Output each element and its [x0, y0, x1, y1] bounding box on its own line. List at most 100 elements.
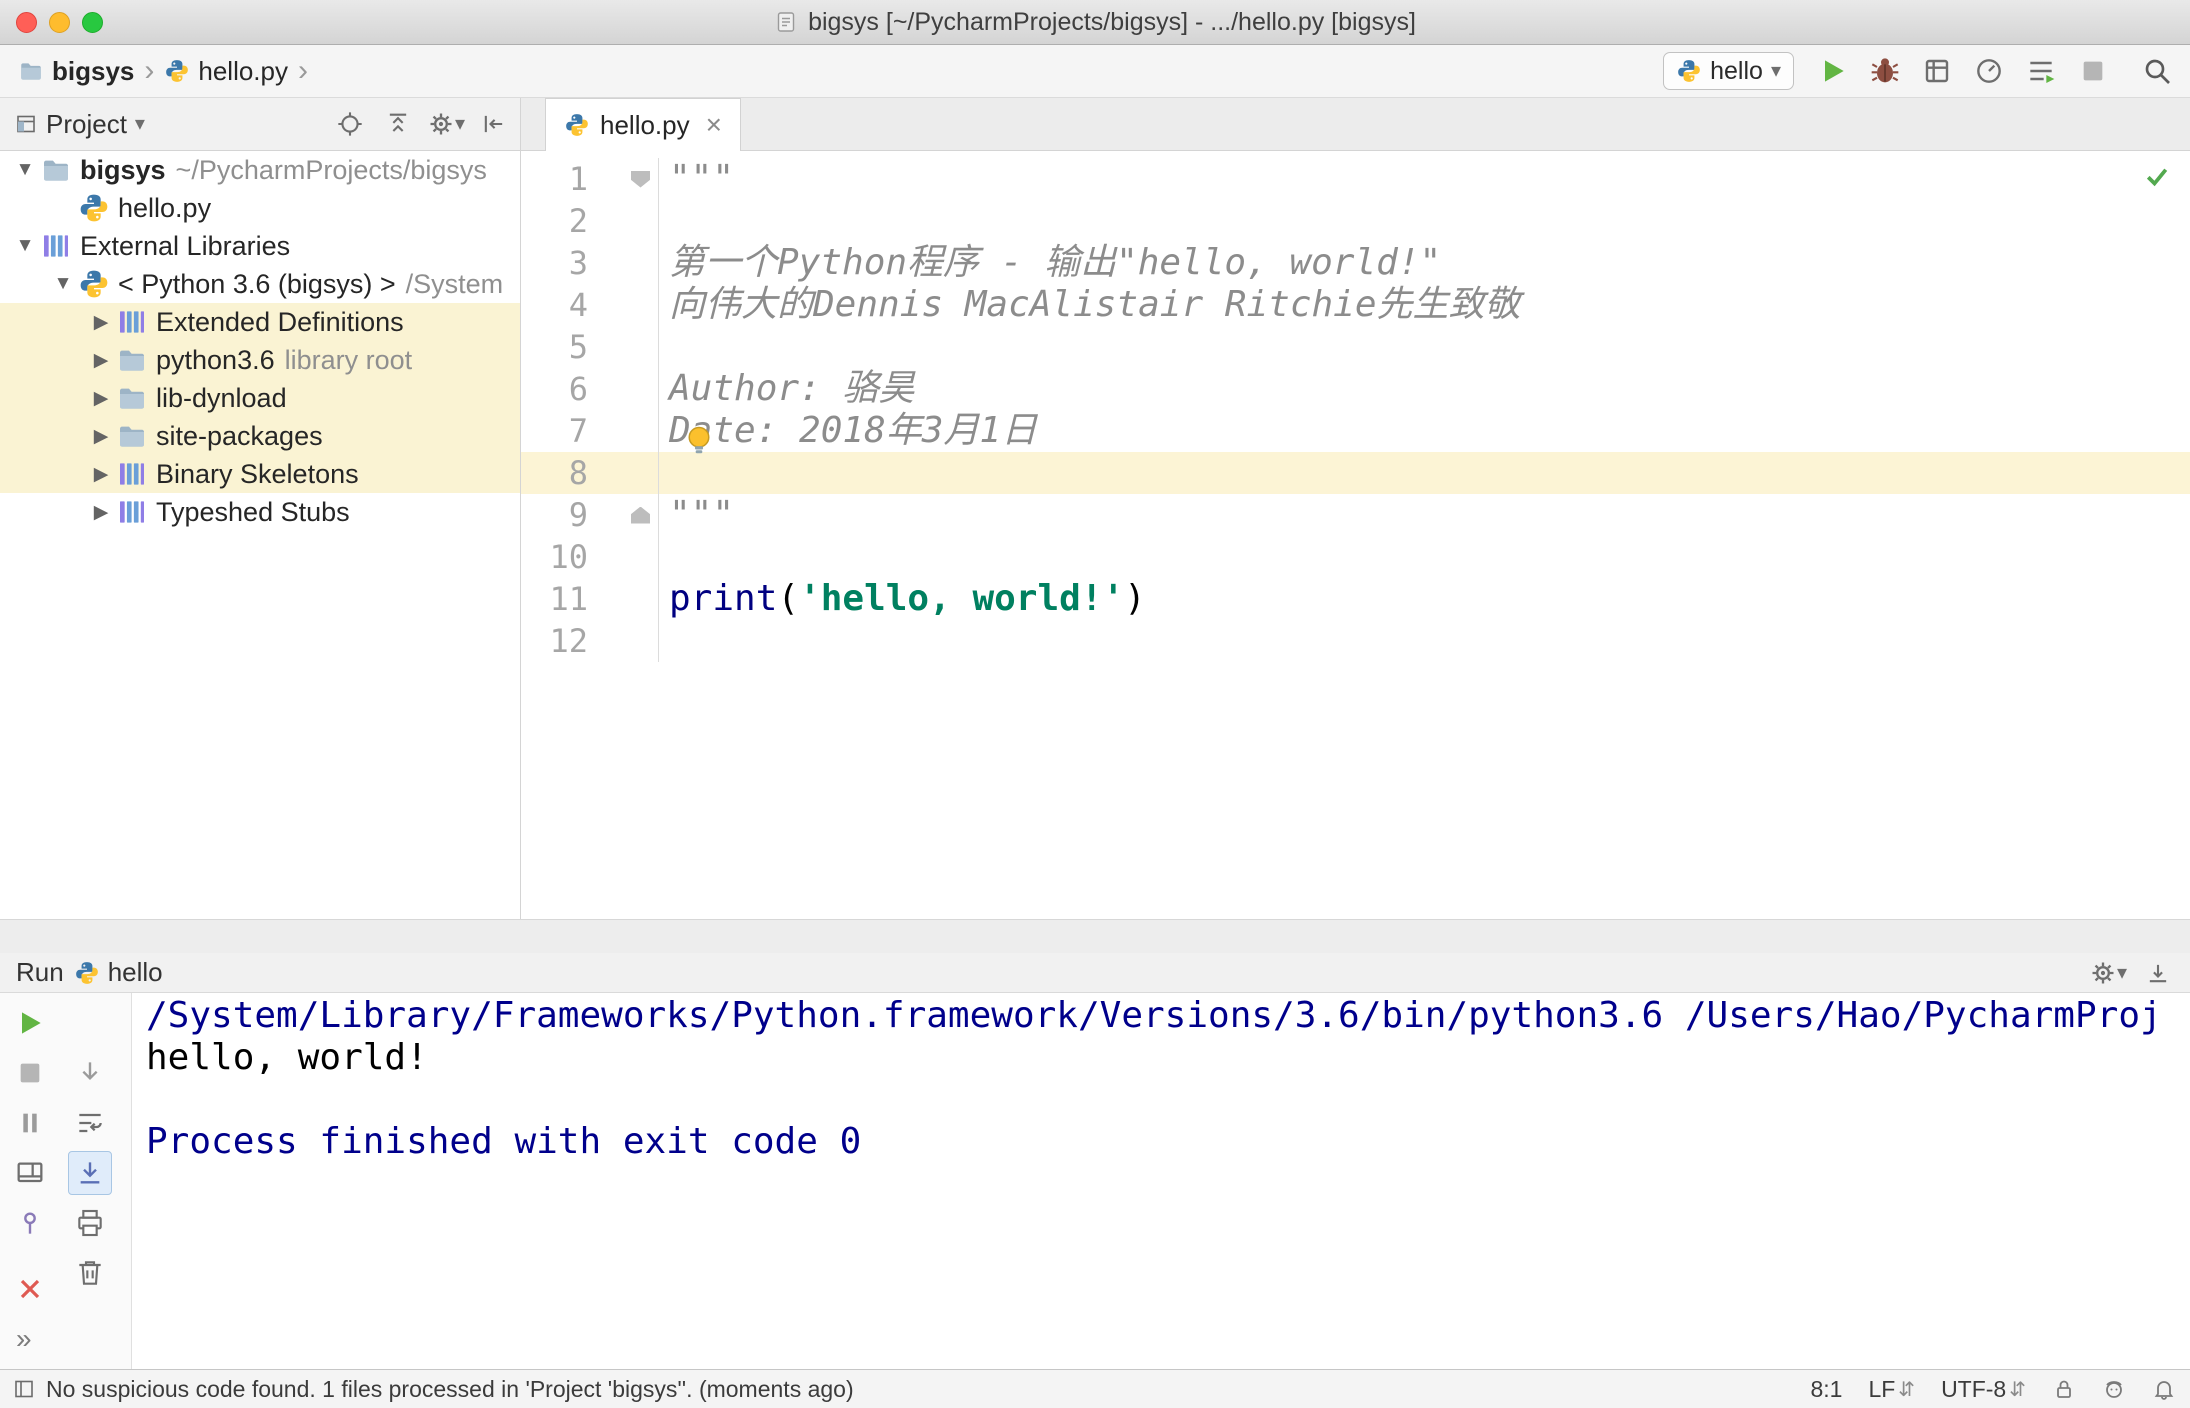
- fold-marker-icon[interactable]: [596, 506, 658, 524]
- chevron-down-icon: ▾: [1770, 60, 1781, 82]
- more-options-button[interactable]: »: [16, 1323, 32, 1355]
- run-config-selector[interactable]: hello ▾: [1663, 52, 1794, 90]
- tree-item-python3-6[interactable]: ▶ python3.6 library root: [0, 341, 520, 379]
- restore-layout-button[interactable]: [8, 1151, 52, 1195]
- inspection-ok-icon[interactable]: [2142, 161, 2172, 191]
- pin-tab-button[interactable]: [8, 1201, 52, 1245]
- line-separator-widget[interactable]: LF ⇵: [1868, 1376, 1915, 1403]
- stop-process-button[interactable]: [8, 1051, 52, 1095]
- status-widgets: 8:1 LF ⇵ UTF-8 ⇵: [1810, 1376, 2176, 1403]
- editor-line-3[interactable]: 3 第一个Python程序 - 输出"hello, world!": [521, 242, 2190, 284]
- editor-line-1[interactable]: 1 """: [521, 158, 2190, 200]
- editor-line-2[interactable]: 2: [521, 200, 2190, 242]
- tree-item-bigsys[interactable]: ▼ bigsys ~/PycharmProjects/bigsys: [0, 151, 520, 189]
- close-window-button[interactable]: [16, 12, 37, 33]
- chevron-collapsed-icon[interactable]: ▶: [86, 349, 116, 372]
- stop-icon: [2077, 55, 2109, 87]
- soft-wrap-button[interactable]: [68, 1101, 112, 1145]
- code-text: """: [658, 158, 2190, 200]
- debug-button[interactable]: [1862, 49, 1908, 93]
- chevron-collapsed-icon[interactable]: ▶: [86, 387, 116, 410]
- select-opened-file-button[interactable]: [330, 104, 370, 144]
- line-number: 3: [568, 244, 588, 282]
- scroll-down-button[interactable]: [68, 1051, 112, 1095]
- chevron-collapsed-icon[interactable]: ▶: [86, 463, 116, 486]
- tree-item-lib-dynload[interactable]: ▶ lib-dynload: [0, 379, 520, 417]
- project-toolwindow[interactable]: ▼ bigsys ~/PycharmProjects/bigsys hello.py ▼…: [0, 151, 521, 919]
- editor-line-11[interactable]: 11 print('hello, world!'): [521, 578, 2190, 620]
- editor-line-4[interactable]: 4 向伟大的Dennis MacAlistair Ritchie先生致敬: [521, 284, 2190, 326]
- clear-console-button[interactable]: [68, 1251, 112, 1295]
- breadcrumb-item-bigsys[interactable]: bigsys: [18, 56, 134, 87]
- scroll-to-end-button[interactable]: [68, 1151, 112, 1195]
- tab-hello-py[interactable]: hello.py ×: [545, 98, 741, 151]
- tree-item-extended-definitions[interactable]: ▶ Extended Definitions: [0, 303, 520, 341]
- editor-line-5[interactable]: 5: [521, 326, 2190, 368]
- library-icon: [116, 306, 148, 338]
- toolwindow-toggle-icon[interactable]: [12, 1377, 36, 1401]
- chevron-down-icon[interactable]: ▾: [135, 114, 145, 134]
- fold-marker-icon[interactable]: [596, 170, 658, 188]
- chevron-expanded-icon[interactable]: ▼: [48, 273, 78, 295]
- tree-item-typeshed-stubs[interactable]: ▶ Typeshed Stubs: [0, 493, 520, 531]
- editor-line-12[interactable]: 12: [521, 620, 2190, 662]
- rerun-button[interactable]: [8, 1001, 52, 1045]
- print-console-button[interactable]: [68, 1201, 112, 1245]
- editor-line-9[interactable]: 9 """: [521, 494, 2190, 536]
- chevron-expanded-icon[interactable]: ▼: [10, 159, 40, 181]
- lock-icon[interactable]: [2052, 1377, 2076, 1401]
- editor[interactable]: 1 """ 2 3 第一个Python程序 - 输出"hello, world!" 4 向伟…: [521, 151, 2190, 919]
- project-tree: ▼ bigsys ~/PycharmProjects/bigsys hello.py ▼…: [0, 151, 520, 531]
- editor-horizontal-scrollbar[interactable]: [0, 919, 2190, 953]
- chevron-collapsed-icon[interactable]: ▶: [86, 501, 116, 524]
- encoding-widget[interactable]: UTF-8 ⇵: [1941, 1376, 2026, 1403]
- minimize-window-button[interactable]: [49, 12, 70, 33]
- pause-output-button[interactable]: [8, 1101, 52, 1145]
- editor-line-7[interactable]: 7 Date: 2018年3月1日: [521, 410, 2190, 452]
- tree-item-hello-py[interactable]: hello.py: [0, 189, 520, 227]
- line-number: 4: [568, 286, 588, 324]
- tree-item-site-packages[interactable]: ▶ site-packages: [0, 417, 520, 455]
- hide-panel-button[interactable]: [474, 104, 514, 144]
- project-header-title[interactable]: Project: [46, 109, 127, 140]
- code-text: [658, 536, 2190, 578]
- profiler-button[interactable]: [1966, 49, 2012, 93]
- library-icon: [116, 496, 148, 528]
- hide-run-panel-button[interactable]: [2138, 953, 2178, 993]
- breadcrumb-item-hello-py[interactable]: hello.py: [164, 56, 288, 87]
- zoom-window-button[interactable]: [82, 12, 103, 33]
- search-everywhere-button[interactable]: [2134, 49, 2180, 93]
- settings-button[interactable]: ▾: [426, 104, 466, 144]
- caret-position-widget[interactable]: 8:1: [1810, 1376, 1842, 1403]
- tree-item-binary-skeletons[interactable]: ▶ Binary Skeletons: [0, 455, 520, 493]
- concurrency-diagram-button[interactable]: [2018, 49, 2064, 93]
- editor-line-8[interactable]: 8: [521, 452, 2190, 494]
- run-toolwindow-title[interactable]: Run: [16, 957, 64, 988]
- console-output[interactable]: /System/Library/Frameworks/Python.framew…: [132, 993, 2190, 1369]
- tree-item-suffix: /System: [405, 268, 504, 299]
- run-tab-label[interactable]: hello: [108, 957, 163, 988]
- editor-line-6[interactable]: 6 Author: 骆昊: [521, 368, 2190, 410]
- status-message[interactable]: No suspicious code found. 1 files proces…: [46, 1376, 854, 1403]
- tree-item-external-libraries[interactable]: ▼ External Libraries: [0, 227, 520, 265]
- code-text: Author: 骆昊: [658, 368, 2190, 410]
- folder-icon: [116, 344, 148, 376]
- chevron-collapsed-icon[interactable]: ▶: [86, 311, 116, 334]
- python-icon: [564, 112, 590, 138]
- editor-line-10[interactable]: 10: [521, 536, 2190, 578]
- code-text: [658, 452, 2190, 494]
- pin-icon: [14, 1207, 46, 1239]
- chevron-collapsed-icon[interactable]: ▶: [86, 425, 116, 448]
- tree-item-python-3-6-bigsys[interactable]: ▼ < Python 3.6 (bigsys) > /System: [0, 265, 520, 303]
- run-with-coverage-button[interactable]: [1914, 49, 1960, 93]
- stop-button[interactable]: [2070, 49, 2116, 93]
- highlighting-level-icon[interactable]: [2102, 1377, 2126, 1401]
- code-text: Date: 2018年3月1日: [658, 410, 2190, 452]
- run-button[interactable]: [1810, 49, 1856, 93]
- collapse-all-button[interactable]: [378, 104, 418, 144]
- chevron-expanded-icon[interactable]: ▼: [10, 235, 40, 257]
- close-tab-icon[interactable]: ×: [706, 111, 722, 139]
- console-settings-button[interactable]: ▾: [2088, 953, 2128, 993]
- event-log-icon[interactable]: [2152, 1377, 2176, 1401]
- close-console-button[interactable]: [8, 1267, 52, 1311]
